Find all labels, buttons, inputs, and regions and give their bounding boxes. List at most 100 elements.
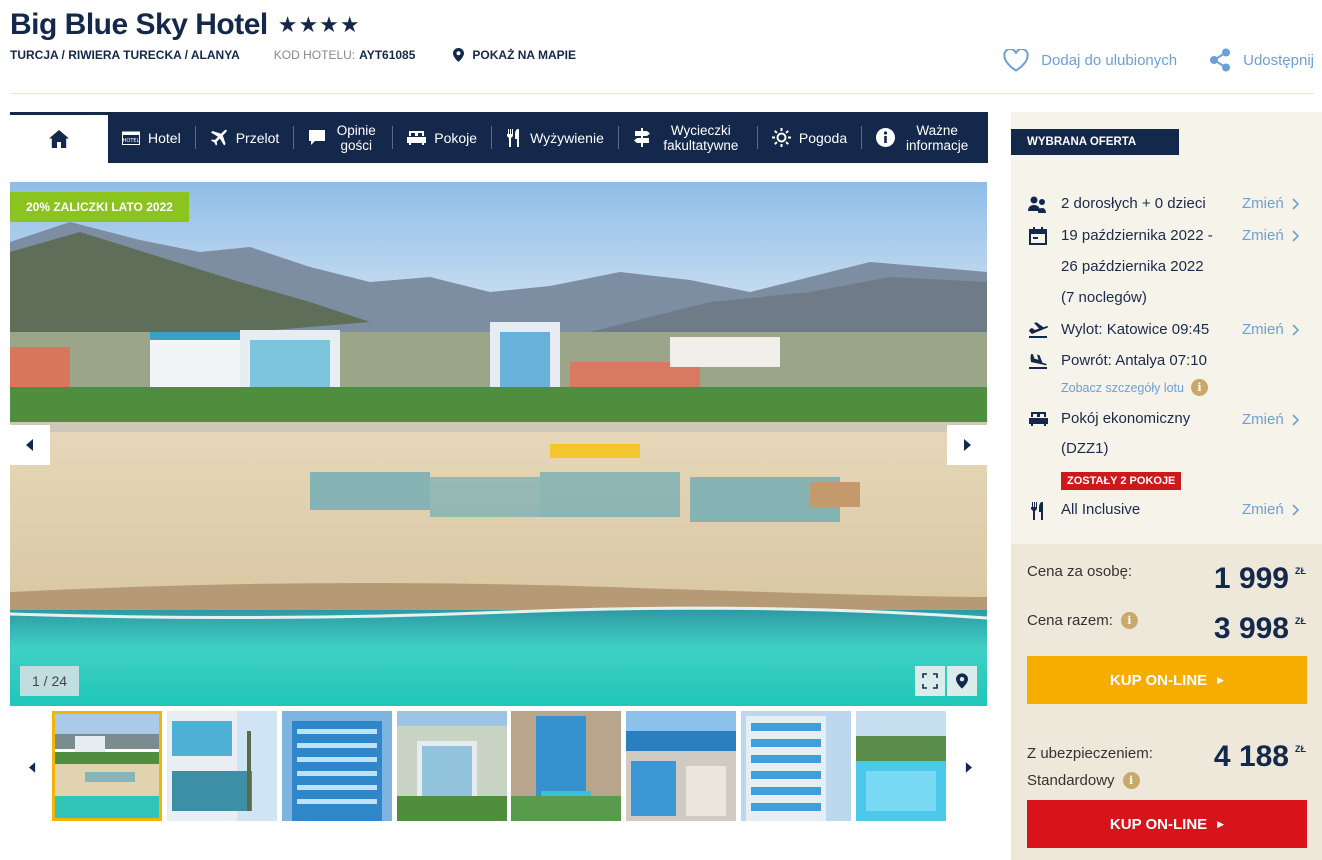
gallery-map-button[interactable] [947,666,977,696]
promo-badge: 20% ZALICZKI LATO 2022 [10,192,189,222]
share-button[interactable]: Udostępnij [1209,48,1314,72]
price-total-value: 3 998 [1213,612,1289,645]
nav-item-excursions[interactable]: Wycieczki fakultatywne [619,112,757,163]
add-to-favorites-label: Dodaj do ulubionych [1041,51,1178,69]
gallery-tools [913,666,977,696]
play-triangle-icon: ▶ [1217,674,1225,685]
price-insured-value: 4 188 [1213,740,1289,773]
insurance-plan-name: Standardowy [1027,772,1115,789]
calendar-icon [1027,220,1049,313]
nav-item-weather[interactable]: Pogoda [758,112,861,163]
show-map-link[interactable]: POKAŻ NA MAPIE [453,48,576,62]
signpost-icon [633,128,651,147]
price-insured: 4 188 ZŁ [1190,740,1306,774]
chevron-right-icon [965,761,972,773]
info-icon[interactable]: i [1122,772,1140,789]
nav-home[interactable] [10,112,108,163]
header-divider [10,93,1314,94]
insurance-label-line1: Z ubezpieczeniem: [1027,745,1153,762]
nav-item-info[interactable]: Ważne informacje [862,112,985,163]
nav-label-rooms: Pokoje [434,129,478,146]
add-to-favorites-button[interactable]: Dodaj do ulubionych [1003,48,1178,72]
bed-icon [1027,404,1049,464]
offer-dates: 19 października 2022 - 26 października 2… [1027,220,1213,313]
offer-board: All Inclusive [1027,501,1140,520]
nav-item-rooms[interactable]: Pokoje [393,112,491,163]
sun-icon [771,128,791,147]
nav-item-hotel[interactable]: HOTEL Hotel [108,112,195,163]
thumbnail[interactable] [511,711,621,821]
fullscreen-button[interactable] [915,666,945,696]
nav-item-flight[interactable]: Przelot [196,112,294,163]
thumbnail[interactable] [856,711,946,821]
offer-departure: Wylot: Katowice 09:45 [1027,321,1209,339]
flight-details-label: Zobacz szczegóły lotu [1061,380,1184,395]
buy-online-insured-label: KUP ON-LINE [1109,815,1208,833]
thumbnail[interactable] [397,711,507,821]
thumbnail[interactable] [741,711,851,821]
change-dates-link[interactable]: Zmień [1242,227,1299,244]
change-flight-link[interactable]: Zmień [1242,321,1299,338]
nav-item-board[interactable]: Wyżywienie [492,112,618,163]
thumbnail[interactable] [52,711,162,821]
chevron-right-icon [1292,413,1299,426]
info-icon: i [1190,379,1208,396]
hotel-icon: HOTEL [122,131,140,145]
speech-bubble-icon [308,129,326,146]
main-gallery-image[interactable]: 20% ZALICZKI LATO 2022 1 / 24 [10,182,987,706]
fork-knife-icon [1027,501,1049,520]
offer-guests: 2 dorosłych + 0 dzieci [1027,195,1206,214]
change-label: Zmień [1242,321,1284,338]
price-total-label: Cena razem: i [1027,612,1138,629]
change-label: Zmień [1242,195,1284,212]
star-rating: ★★★★ [277,12,361,37]
hotel-nav: HOTEL Hotel Przelot Opinie gości Pokoje … [10,112,988,163]
rooms-left-badge: ZOSTAŁY 2 POKOJE [1061,472,1182,490]
show-map-label: POKAŻ NA MAPIE [472,48,576,62]
currency: ZŁ [1295,566,1306,576]
gallery-next-button[interactable] [947,425,987,465]
change-guests-link[interactable]: Zmień [1242,195,1299,212]
nav-label-weather: Pogoda [798,129,848,146]
info-icon[interactable]: i [1120,612,1138,629]
people-icon [1027,195,1049,214]
gallery-counter: 1 / 24 [20,666,80,696]
buy-online-insured-button[interactable]: KUP ON-LINE ▶ [1027,800,1307,848]
nav-label-reviews: Opinie gości [336,122,376,153]
hotel-code-value: AYT61085 [359,48,416,62]
home-icon [49,130,69,148]
change-room-link[interactable]: Zmień [1242,411,1299,428]
flight-details-link[interactable]: Zobacz szczegóły lotu i [1061,379,1208,396]
thumbs-prev-button[interactable] [22,757,42,777]
price-per-person-value: 1 999 [1213,562,1289,595]
gallery-prev-button[interactable] [10,425,50,465]
thumbnail[interactable] [626,711,736,821]
nav-label-flight: Przelot [235,129,280,146]
room-code: (DZZ1) [1061,440,1109,457]
thumbs-next-button[interactable] [958,757,978,777]
thumbnail[interactable] [167,711,277,821]
currency: ZŁ [1295,616,1306,626]
svg-text:HOTEL: HOTEL [123,138,140,144]
change-board-link[interactable]: Zmień [1242,501,1299,518]
room-name: Pokój ekonomiczny [1061,410,1191,427]
change-label: Zmień [1242,411,1284,428]
hotel-code-label: KOD HOTELU: [273,48,356,62]
buy-online-button[interactable]: KUP ON-LINE ▶ [1027,656,1307,704]
breadcrumb[interactable]: TURCJA / RIWIERA TURECKA / ALANYA [10,48,240,62]
insurance-label: Z ubezpieczeniem: Standardowy i [1027,740,1153,794]
chevron-left-icon [26,439,33,451]
offer-return: Powrót: Antalya 07:10 [1027,352,1207,370]
nav-item-reviews[interactable]: Opinie gości [294,112,392,163]
departure-text: Wylot: Katowice 09:45 [1061,321,1210,338]
thumbnail[interactable] [282,711,392,821]
guests-text: 2 dorosłych + 0 dzieci [1061,195,1206,212]
share-icon [1210,48,1231,72]
chevron-left-icon [28,761,35,773]
map-pin-icon [956,673,968,689]
beach-photo [10,182,987,706]
return-text: Powrót: Antalya 07:10 [1061,352,1207,369]
dates-start: 19 października 2022 - [1061,227,1213,244]
buy-online-label: KUP ON-LINE [1109,671,1208,689]
nav-label-excursions: Wycieczki fakultatywne [663,122,739,153]
